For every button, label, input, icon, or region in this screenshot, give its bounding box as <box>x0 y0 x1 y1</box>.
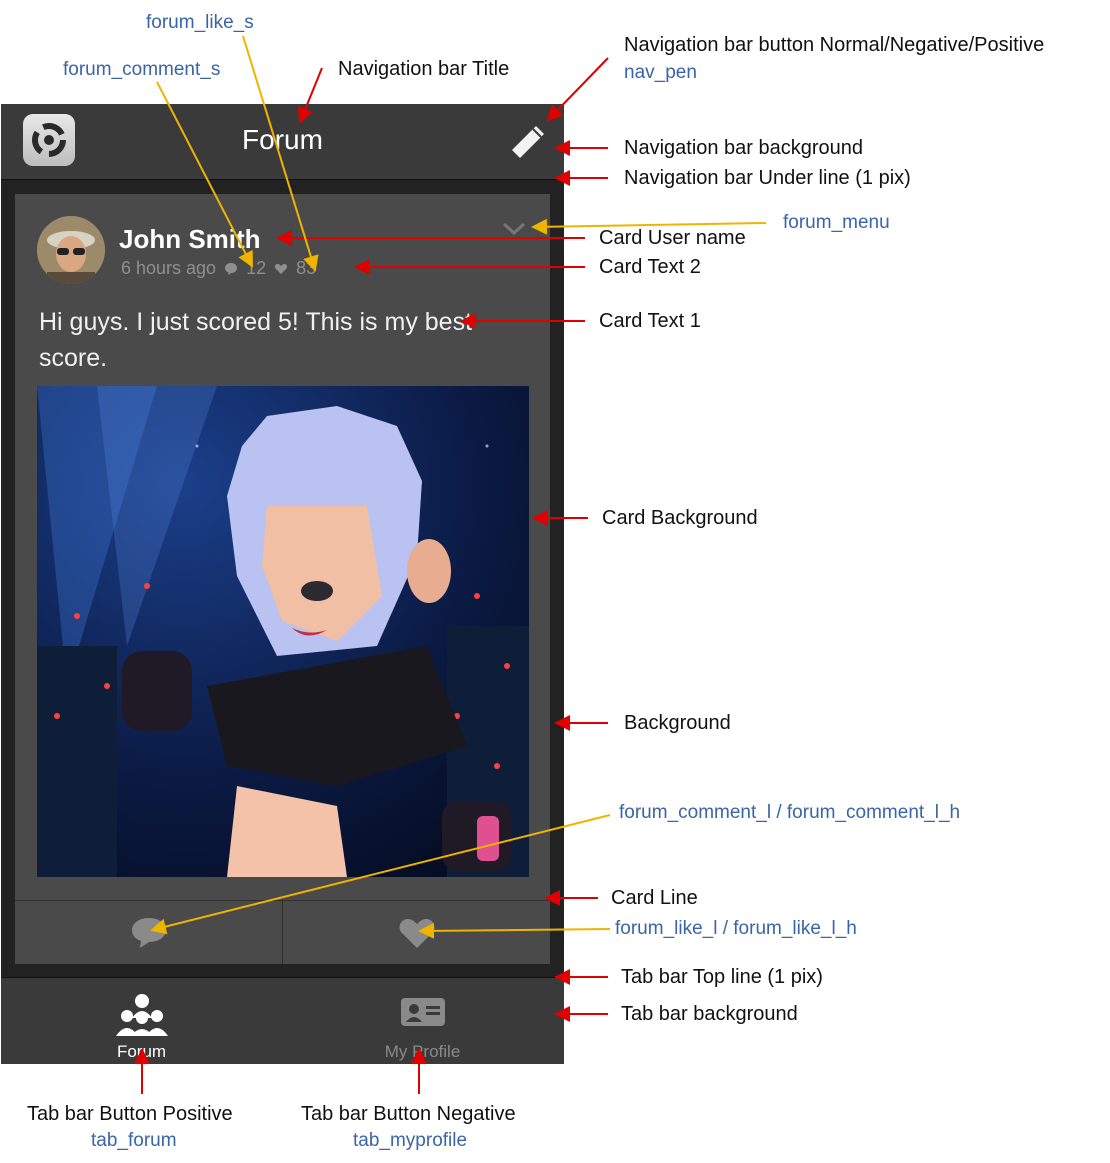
ann-tab-positive: Tab bar Button Positive <box>27 1103 233 1125</box>
like-button[interactable] <box>283 901 550 964</box>
heart-small-icon <box>275 263 288 274</box>
comment-button[interactable] <box>15 901 282 964</box>
ann-forum-like-l: forum_like_l / forum_like_l_h <box>615 918 857 939</box>
card-meta: 6 hours ago 12 83 <box>121 258 316 279</box>
tab-bar: Forum My Profile <box>1 978 564 1064</box>
ann-tab-forum: tab_forum <box>91 1130 177 1151</box>
avatar[interactable] <box>37 216 105 284</box>
ann-nav-title: Navigation bar Title <box>338 58 510 80</box>
comment-icon <box>131 917 166 948</box>
ann-nav-button: Navigation bar button Normal/Negative/Po… <box>624 34 1045 56</box>
chevron-down-icon[interactable] <box>501 218 527 238</box>
ann-card-user-name: Card User name <box>599 227 746 249</box>
navigation-bar: Forum <box>1 104 564 180</box>
ann-forum-comment-s: forum_comment_s <box>63 59 221 80</box>
ann-nav-pen: nav_pen <box>624 62 697 83</box>
ann-forum-menu: forum_menu <box>783 212 890 233</box>
ann-card-text2: Card Text 2 <box>599 256 701 278</box>
post-image[interactable] <box>37 386 529 877</box>
phone-screen: Forum John Smith 6 hours ago 12 83 Hi gu… <box>1 104 564 1064</box>
ann-card-line: Card Line <box>611 887 698 909</box>
like-count: 83 <box>296 258 317 278</box>
ann-card-bg: Card Background <box>602 507 758 529</box>
card-text: Hi guys. I just scored 5! This is my bes… <box>39 308 473 372</box>
ann-tab-myprofile: tab_myprofile <box>353 1130 468 1151</box>
profile-card-icon <box>400 998 445 1026</box>
ann-forum-like-s: forum_like_s <box>146 12 254 33</box>
ann-card-text1: Card Text 1 <box>599 310 701 332</box>
card-user-name[interactable]: John Smith <box>119 224 261 255</box>
forum-group-icon <box>115 994 168 1036</box>
tab-myprofile-label: My Profile <box>384 1042 461 1061</box>
tab-forum-label: Forum <box>116 1042 167 1061</box>
ann-tab-negative: Tab bar Button Negative <box>301 1103 516 1125</box>
ann-nav-bg: Navigation bar background <box>624 137 864 159</box>
ann-tabbar-topline: Tab bar Top line (1 pix) <box>621 966 823 988</box>
comment-count: 12 <box>246 258 267 278</box>
comment-small-icon <box>225 262 238 275</box>
heart-icon <box>399 918 434 948</box>
nav-title: Forum <box>242 124 323 155</box>
tab-myprofile[interactable]: My Profile <box>282 978 563 1064</box>
forum-card: John Smith 6 hours ago 12 83 Hi guys. I … <box>15 194 550 964</box>
tab-forum[interactable]: Forum <box>1 978 282 1064</box>
pen-icon[interactable] <box>506 120 550 164</box>
ann-tabbar-bg: Tab bar background <box>621 1003 798 1025</box>
ann-forum-comment-l: forum_comment_l / forum_comment_l_h <box>619 802 961 823</box>
ann-background: Background <box>624 712 731 734</box>
post-time: 6 hours ago <box>121 258 217 278</box>
ann-nav-underline: Navigation bar Under line (1 pix) <box>624 167 911 189</box>
